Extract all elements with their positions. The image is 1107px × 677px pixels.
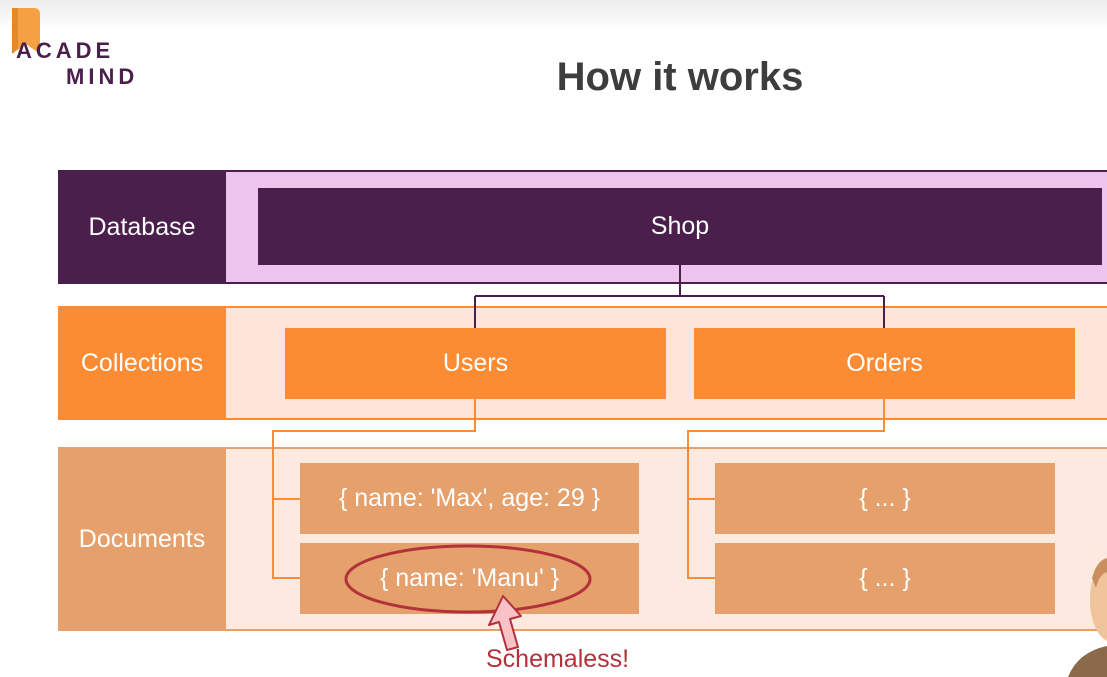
- document-orders-2-box: { ... }: [715, 543, 1055, 614]
- academind-logo: ACADE MIND: [10, 8, 150, 93]
- document-orders-1-box: { ... }: [715, 463, 1055, 534]
- presenter-video-thumbnail: [1068, 558, 1107, 677]
- schemaless-callout: Schemaless!: [486, 645, 630, 673]
- documents-label: Documents: [58, 447, 226, 631]
- collection-users-box: Users: [285, 328, 666, 399]
- database-shop-box: Shop: [258, 188, 1102, 265]
- document-max-box: { name: 'Max', age: 29 }: [300, 463, 639, 534]
- database-label: Database: [58, 170, 226, 284]
- document-manu-box: { name: 'Manu' }: [300, 543, 639, 614]
- logo-text-line2: MIND: [66, 64, 139, 89]
- slide-title: How it works: [556, 55, 804, 99]
- top-shade: [0, 0, 1107, 30]
- collections-label: Collections: [58, 306, 226, 420]
- logo-text-line1: ACADE: [16, 38, 115, 63]
- collection-orders-box: Orders: [694, 328, 1075, 399]
